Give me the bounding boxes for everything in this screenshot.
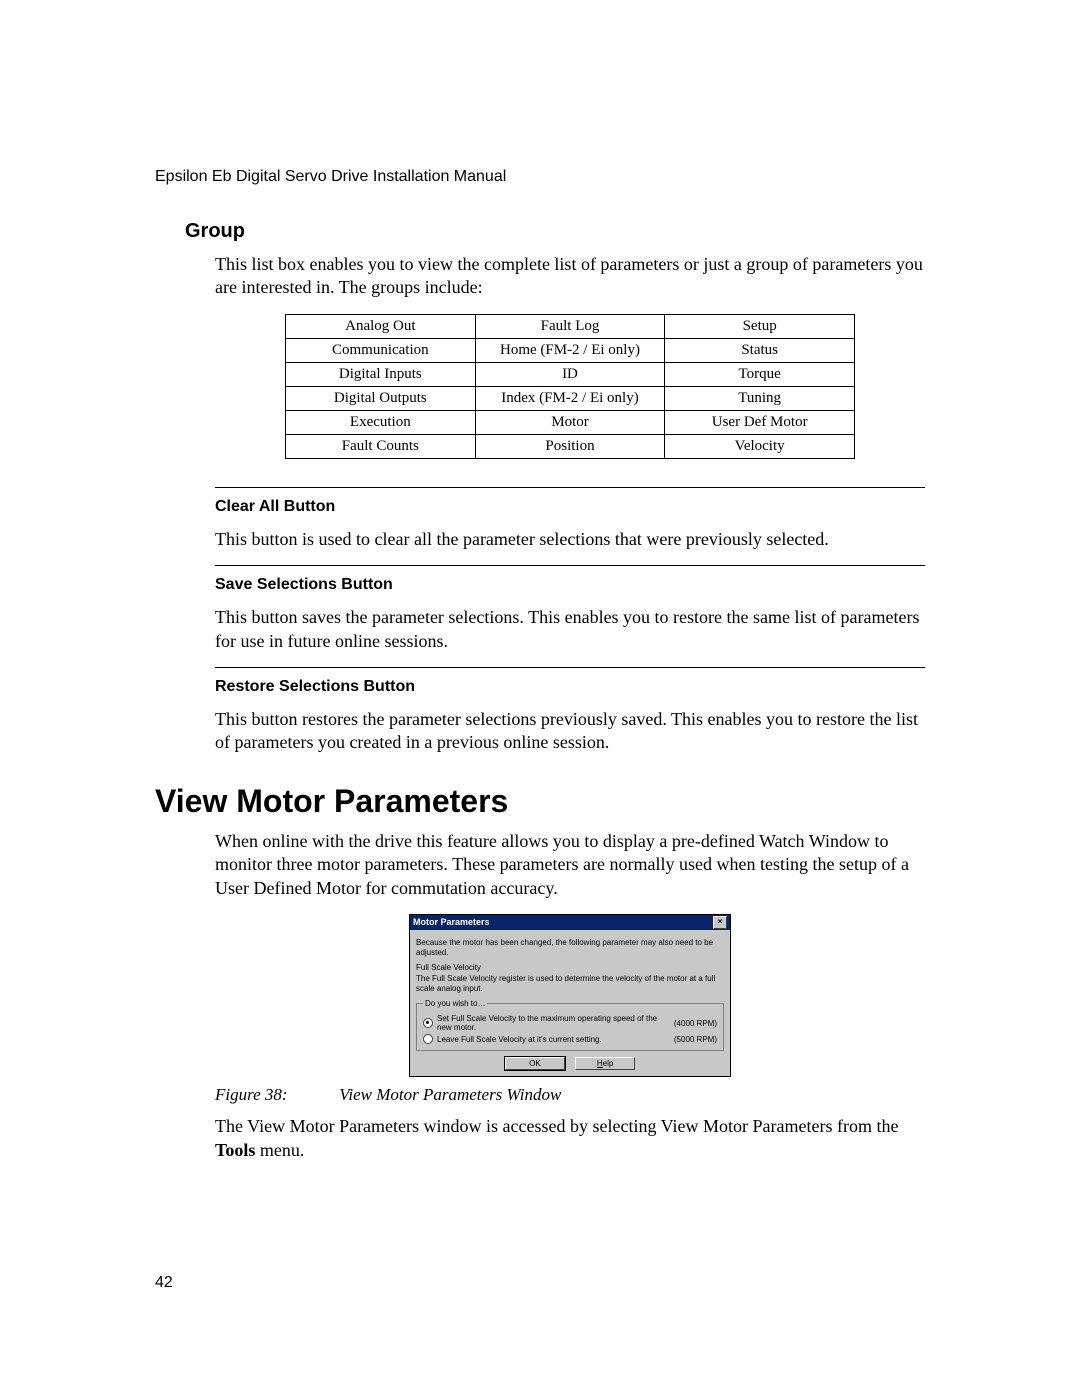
table-cell: Velocity	[665, 434, 855, 458]
dialog-message: Because the motor has been changed, the …	[416, 938, 724, 957]
table-cell: Fault Counts	[286, 434, 476, 458]
restore-selections-heading: Restore Selections Button	[215, 678, 925, 696]
table-row: ExecutionMotorUser Def Motor	[286, 410, 855, 434]
table-cell: ID	[475, 362, 665, 386]
option-value: (5000 RPM)	[674, 1035, 717, 1044]
dialog-title: Motor Parameters	[413, 917, 490, 927]
table-cell: Communication	[286, 338, 476, 362]
text-part: The View Motor Parameters window is acce…	[215, 1116, 899, 1136]
table-cell: Motor	[475, 410, 665, 434]
dialog-titlebar: Motor Parameters ×	[410, 915, 730, 930]
table-cell: User Def Motor	[665, 410, 855, 434]
figure-caption: Figure 38: View Motor Parameters Window	[215, 1085, 925, 1105]
dialog-description: The Full Scale Velocity register is used…	[416, 974, 724, 993]
close-icon[interactable]: ×	[713, 916, 727, 929]
group-heading: Group	[185, 220, 925, 243]
dialog-option-2[interactable]: Leave Full Scale Velocity at it's curren…	[423, 1034, 717, 1044]
table-cell: Position	[475, 434, 665, 458]
radio-icon[interactable]	[423, 1034, 433, 1044]
group-intro: This list box enables you to view the co…	[215, 253, 925, 300]
divider	[215, 565, 925, 566]
running-header: Epsilon Eb Digital Servo Drive Installat…	[155, 168, 925, 186]
table-row: Fault CountsPositionVelocity	[286, 434, 855, 458]
dialog-legend: Do you wish to…	[423, 999, 487, 1008]
clear-all-text: This button is used to clear all the par…	[215, 528, 925, 551]
radio-icon[interactable]	[423, 1018, 433, 1028]
clear-all-heading: Clear All Button	[215, 498, 925, 516]
option-label: Set Full Scale Velocity to the maximum o…	[437, 1014, 670, 1032]
ok-button[interactable]: OK	[505, 1057, 565, 1070]
dialog-option-1[interactable]: Set Full Scale Velocity to the maximum o…	[423, 1014, 717, 1032]
motor-parameters-dialog: Motor Parameters × Because the motor has…	[409, 914, 731, 1077]
table-cell: Home (FM-2 / Ei only)	[475, 338, 665, 362]
table-cell: Index (FM-2 / Ei only)	[475, 386, 665, 410]
text-part: menu.	[255, 1140, 304, 1160]
table-row: Analog OutFault LogSetup	[286, 314, 855, 338]
table-cell: Fault Log	[475, 314, 665, 338]
save-selections-text: This button saves the parameter selectio…	[215, 606, 925, 653]
vmp-after-text: The View Motor Parameters window is acce…	[215, 1115, 925, 1162]
vmp-intro: When online with the drive this feature …	[215, 830, 925, 900]
option-label: Leave Full Scale Velocity at it's curren…	[437, 1035, 670, 1044]
table-cell: Tuning	[665, 386, 855, 410]
figure-title: View Motor Parameters Window	[339, 1085, 561, 1104]
page-number: 42	[155, 1274, 173, 1292]
table-row: Digital OutputsIndex (FM-2 / Ei only)Tun…	[286, 386, 855, 410]
table-cell: Status	[665, 338, 855, 362]
option-value: (4000 RPM)	[674, 1019, 717, 1028]
dialog-option-group: Do you wish to… Set Full Scale Velocity …	[416, 999, 724, 1051]
help-button[interactable]: Help	[575, 1057, 635, 1070]
help-button-rest: elp	[603, 1059, 614, 1068]
divider	[215, 667, 925, 668]
view-motor-parameters-heading: View Motor Parameters	[155, 783, 925, 820]
dialog-section-label: Full Scale Velocity	[416, 963, 724, 972]
table-cell: Digital Outputs	[286, 386, 476, 410]
tools-menu-bold: Tools	[215, 1140, 255, 1160]
save-selections-heading: Save Selections Button	[215, 576, 925, 594]
group-table: Analog OutFault LogSetup CommunicationHo…	[285, 314, 855, 459]
table-row: CommunicationHome (FM-2 / Ei only)Status	[286, 338, 855, 362]
restore-selections-text: This button restores the parameter selec…	[215, 708, 925, 755]
divider	[215, 487, 925, 488]
table-cell: Setup	[665, 314, 855, 338]
table-cell: Torque	[665, 362, 855, 386]
table-cell: Digital Inputs	[286, 362, 476, 386]
figure-number: Figure 38:	[215, 1085, 335, 1105]
table-cell: Analog Out	[286, 314, 476, 338]
table-cell: Execution	[286, 410, 476, 434]
table-row: Digital InputsIDTorque	[286, 362, 855, 386]
